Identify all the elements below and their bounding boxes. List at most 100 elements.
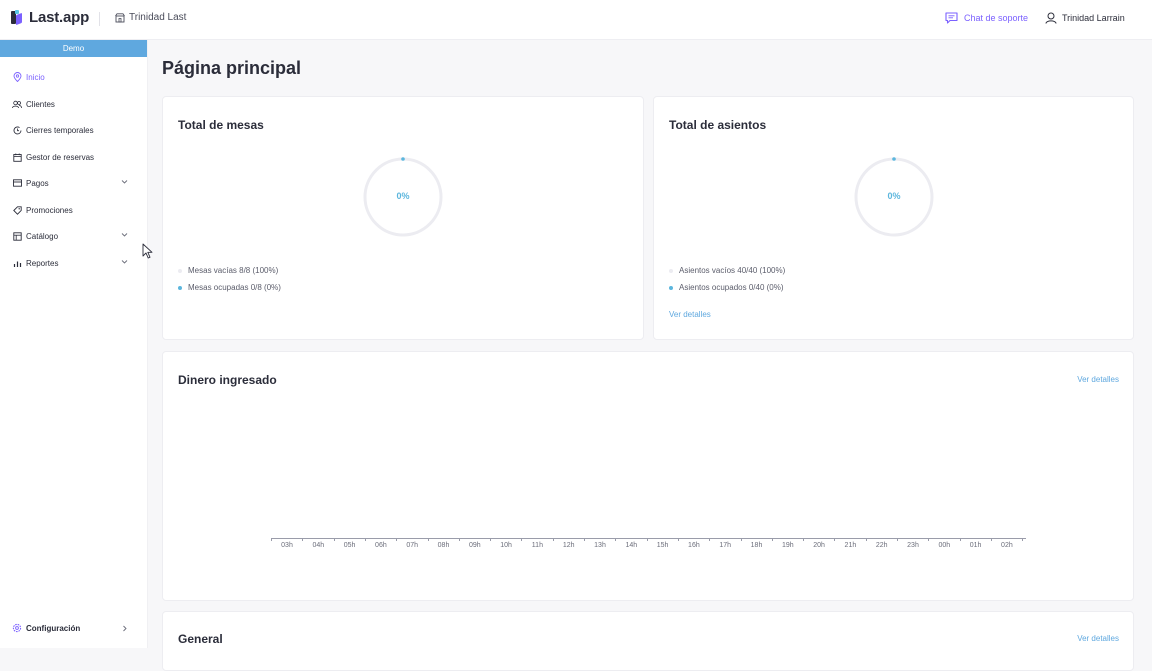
axis-tick-label: 13h [594,542,606,549]
axis-tick-label: 04h [312,542,325,549]
calendar-icon [12,152,22,162]
general-details-link[interactable]: Ver detalles [1077,634,1119,643]
axis-tick [803,538,805,541]
sidebar-item-configuracion[interactable]: Configuración [12,621,132,635]
user-name: Trinidad Larrain [1062,13,1125,23]
axis-tick-label: 23h [907,542,919,549]
sidebar-item-label: Pagos [26,178,49,188]
restaurant-name: Trinidad Last [129,12,187,23]
gear-icon [12,623,22,633]
sidebar-item-inicio[interactable]: Inicio [12,70,132,84]
sidebar-item-label: Catálogo [26,231,59,241]
chat-icon [945,12,958,24]
hours-axis: 03h 04h 05h 06h 07h 08h 09h 10h 11h 12h 13h 14h 15h 1… [271,538,1026,550]
sidebar-item-cierres-temporales[interactable]: Cierres temporales [12,123,132,137]
demo-banner: Demo [0,40,147,57]
axis-tick-label: 10h [500,542,512,549]
asientos-card: Total de asientos 0% Asientos vacíos 40/… [653,96,1134,340]
axis-tick-label: 16h [688,542,700,549]
axis-tick-label: 06h [375,542,387,549]
axis-tick [521,538,523,541]
sidebar-item-label: Reportes [26,258,59,268]
top-bar: Last.app Trinidad Last Chat de soporte T… [0,0,1152,40]
mesas-percent: 0% [396,191,410,201]
axis-tick [771,538,773,541]
logo[interactable]: Last.app [11,9,89,26]
axis-tick-label: 20h [813,542,825,549]
axis-line [271,538,1026,539]
users-icon [12,99,22,109]
sidebar-item-label: Clientes [26,99,55,109]
axis-tick [646,538,648,541]
sidebar-item-catalogo[interactable]: Catálogo [12,229,132,243]
mesas-card: Total de mesas 0% Mesas vacías 8/8 (100%… [162,96,644,340]
legend-label: Asientos ocupados 0/40 (0%) [679,283,784,292]
user-icon [1045,12,1057,24]
card-title: Total de mesas [178,118,264,132]
card-title: Dinero ingresado [178,373,277,387]
book-icon [12,231,22,241]
general-card: General Ver detalles [162,611,1134,671]
axis-tick [1022,538,1024,541]
restaurant-selector[interactable]: Trinidad Last [115,12,186,23]
axis-tick [990,538,992,541]
axis-tick [584,538,585,541]
support-chat-button[interactable]: Chat de soporte [945,12,1028,24]
axis-tick-label: 02h [1001,542,1013,549]
legend-dot [669,268,673,273]
sidebar-item-gestor-de-reservas[interactable]: Gestor de reservas [12,150,132,164]
axis-tick [427,538,429,541]
axis-tick [897,538,898,541]
axis-tick-label: 14h [625,542,638,549]
axis-tick-label: 11h [531,542,543,549]
axis-tick-label: 19h [781,542,794,549]
axis-tick [928,538,930,541]
axis-tick-label: 07h [406,542,419,549]
sidebar-item-clientes[interactable]: Clientes [12,97,132,111]
config-label: Configuración [26,623,81,633]
asientos-details-link[interactable]: Ver detalles [669,310,711,319]
legend-label: Mesas vacías 8/8 (100%) [188,266,279,275]
axis-tick-label: 09h [468,542,481,549]
card-title: General [178,632,223,646]
axis-tick [458,538,460,541]
axis-tick [865,538,867,541]
support-label: Chat de soporte [964,13,1029,23]
axis-tick-label: 21h [844,542,857,549]
axis-tick-label: 08h [437,542,450,549]
legend-dot [178,268,182,273]
divider [99,12,100,26]
axis-tick-label: 15h [656,542,669,549]
legend-dot [178,285,182,290]
sidebar-item-promociones[interactable]: Promociones [12,203,132,217]
axis-tick-label: 17h [719,542,732,549]
axis-tick-label: 18h [750,542,763,549]
axis-tick [615,538,617,541]
axis-tick [302,538,304,541]
donut-progress-marker [892,157,896,161]
card-title: Total de asientos [669,118,767,132]
legend-item: Asientos ocupados 0/40 (0%) [669,283,784,292]
axis-tick [959,538,961,541]
sidebar-item-label: Promociones [26,205,73,215]
axis-tick-label: 00h [938,542,951,549]
sidebar-item-pagos[interactable]: Pagos [12,176,132,190]
chevron-right-icon [123,625,127,631]
sidebar-item-label: Gestor de reservas [26,152,95,162]
dinero-details-link[interactable]: Ver detalles [1077,375,1119,384]
logo-mark-icon [11,9,27,26]
axis-tick [364,538,366,541]
user-menu[interactable]: Trinidad Larrain [1045,12,1125,24]
sidebar: Demo Inicio Clientes Cierres temporales … [0,40,148,648]
legend-item: Asientos vacíos 40/40 (100%) [669,266,785,275]
tag-icon [12,205,22,215]
chevron-down-icon [121,180,128,184]
sidebar-item-reportes[interactable]: Reportes [12,256,132,270]
axis-tick [552,538,554,541]
card-icon [12,178,22,188]
chevron-down-icon [121,233,128,237]
chart-icon [12,258,22,268]
legend-dot [669,285,673,290]
page-title: Página principal [162,58,302,78]
axis-tick [677,538,679,541]
